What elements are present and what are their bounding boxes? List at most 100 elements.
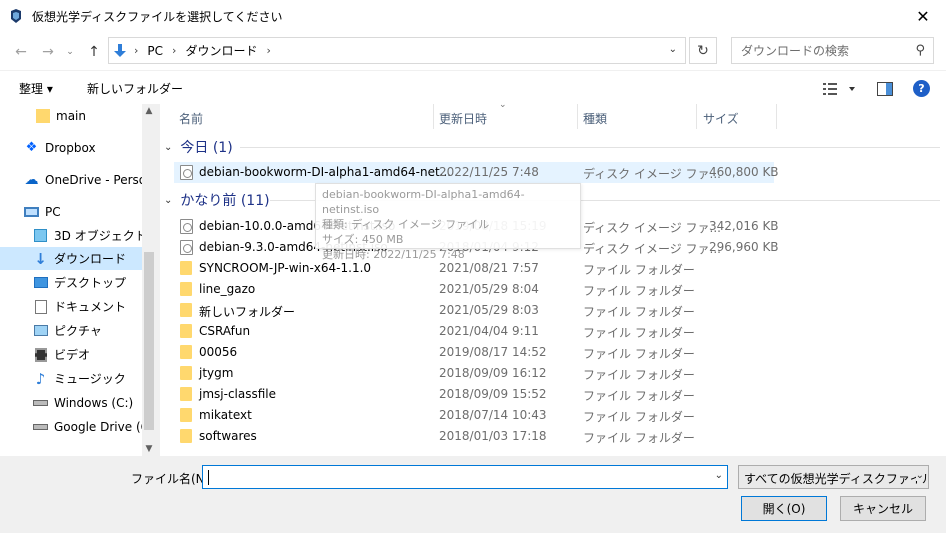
- scroll-up-icon[interactable]: ▲: [142, 104, 156, 118]
- file-date: 2022/11/25 7:48: [439, 165, 539, 179]
- column-divider[interactable]: [577, 104, 578, 129]
- folder-icon: [180, 366, 192, 380]
- drive-icon: [32, 395, 49, 411]
- breadcrumb-separator: ›: [172, 44, 177, 57]
- file-type: ディスク イメージ ファ...: [583, 242, 721, 256]
- cancel-button[interactable]: キャンセル: [840, 496, 926, 521]
- file-name: softwares: [199, 429, 257, 443]
- folder-icon: [180, 387, 192, 401]
- download-location-icon: [114, 43, 126, 57]
- download-icon: ↓: [34, 249, 47, 268]
- column-size[interactable]: サイズ: [703, 110, 739, 127]
- up-button[interactable]: ↑: [86, 44, 102, 60]
- folder-icon: [180, 429, 192, 443]
- folder-icon: [180, 303, 192, 317]
- pc-icon: [23, 204, 40, 220]
- file-row[interactable]: jmsj-classfile 2018/09/09 15:52 ファイル フォルダー: [174, 384, 774, 405]
- tooltip-filename: debian-bookworm-DI-alpha1-amd64-netinst.…: [322, 188, 525, 216]
- dropbox-icon: ❖: [25, 140, 38, 155]
- sidebar-item-pictures[interactable]: ピクチャ: [0, 319, 142, 342]
- desktop-icon: [32, 275, 49, 291]
- sidebar-item-videos[interactable]: ビデオ: [0, 343, 142, 366]
- file-name: 新しいフォルダー: [199, 305, 296, 319]
- close-button[interactable]: ✕: [900, 0, 946, 32]
- chevron-down-icon: ⌄: [66, 47, 74, 57]
- sidebar-item-pc[interactable]: PC: [0, 200, 142, 223]
- scroll-down-icon[interactable]: ▼: [142, 442, 156, 456]
- navigation-pane: main ❖ Dropbox ☁ OneDrive - Personal PC …: [0, 104, 156, 456]
- scrollbar-thumb[interactable]: [144, 252, 154, 430]
- close-icon: ✕: [916, 6, 930, 26]
- sidebar-item-onedrive[interactable]: ☁ OneDrive - Personal: [0, 168, 143, 191]
- organize-menu[interactable]: 整理 ▾: [19, 80, 53, 97]
- address-bar[interactable]: › PC › ダウンロード › ⌄: [108, 37, 686, 64]
- recent-locations-button[interactable]: ⌄: [62, 44, 78, 60]
- filetype-value: すべての仮想光学ディスクファイル (*: [744, 472, 929, 486]
- chevron-down-icon[interactable]: ⌄: [715, 470, 723, 481]
- disc-image-icon: [180, 219, 193, 234]
- sidebar-item-windows-c[interactable]: Windows (C:): [0, 391, 142, 414]
- preview-pane-icon[interactable]: [877, 82, 893, 96]
- group-header-today[interactable]: ⌄ 今日 (1): [164, 137, 940, 157]
- column-divider[interactable]: [696, 104, 697, 129]
- folder-icon: [180, 408, 192, 422]
- file-type: ファイル フォルダー: [583, 368, 695, 382]
- sidebar-item-main[interactable]: main: [0, 104, 142, 127]
- file-row[interactable]: line_gazo 2021/05/29 8:04 ファイル フォルダー: [174, 279, 774, 300]
- column-divider[interactable]: [433, 104, 434, 129]
- sidebar-item-documents[interactable]: ドキュメント: [0, 295, 142, 318]
- file-date: 2018/01/03 17:18: [439, 429, 547, 443]
- breadcrumb-pc[interactable]: PC: [147, 44, 163, 58]
- text-caret: [208, 470, 209, 485]
- file-size: 460,800 KB: [709, 165, 779, 179]
- refresh-icon: ↻: [697, 42, 709, 59]
- column-divider[interactable]: [776, 104, 777, 129]
- file-row[interactable]: 新しいフォルダー 2021/05/29 8:03 ファイル フォルダー: [174, 300, 774, 321]
- open-button[interactable]: 開く(O): [741, 496, 827, 521]
- filetype-select[interactable]: すべての仮想光学ディスクファイル (* ⌄: [738, 465, 929, 489]
- new-folder-button[interactable]: 新しいフォルダー: [87, 80, 183, 97]
- file-name: mikatext: [199, 408, 252, 422]
- file-row[interactable]: CSRAfun 2021/04/04 9:11 ファイル フォルダー: [174, 321, 774, 342]
- sidebar-scrollbar[interactable]: ▲ ▼: [142, 104, 156, 456]
- sidebar-item-desktop[interactable]: デスクトップ: [0, 271, 142, 294]
- file-name: 00056: [199, 345, 238, 359]
- file-type: ファイル フォルダー: [583, 347, 695, 361]
- chevron-down-icon: ⌄: [915, 470, 924, 481]
- sidebar-item-downloads[interactable]: ↓ ダウンロード: [0, 247, 142, 270]
- file-type: ファイル フォルダー: [583, 431, 695, 445]
- column-date[interactable]: 更新日時: [439, 110, 487, 127]
- file-row[interactable]: mikatext 2018/07/14 10:43 ファイル フォルダー: [174, 405, 774, 426]
- file-size: 296,960 KB: [709, 240, 779, 254]
- sidebar-item-google-drive[interactable]: Google Drive (G:): [0, 415, 142, 438]
- file-type: ファイル フォルダー: [583, 389, 695, 403]
- column-name[interactable]: 名前: [179, 110, 203, 127]
- file-row[interactable]: debian-bookworm-DI-alpha1-amd64-net... 20…: [174, 162, 779, 183]
- file-row[interactable]: softwares 2018/01/03 17:18 ファイル フォルダー: [174, 426, 774, 447]
- group-header-long-ago[interactable]: ⌄ かなり前 (11): [164, 190, 940, 210]
- file-name: SYNCROOM-JP-win-x64-1.1.0: [199, 261, 372, 275]
- file-row[interactable]: jtygm 2018/09/09 16:12 ファイル フォルダー: [174, 363, 774, 384]
- folder-icon: [34, 108, 51, 124]
- file-type: ディスク イメージ ファ...: [583, 221, 721, 235]
- forward-button[interactable]: →: [40, 44, 56, 60]
- address-dropdown-icon[interactable]: ⌄: [669, 44, 677, 55]
- command-bar: 整理 ▾ 新しいフォルダー ?: [0, 70, 946, 104]
- back-button[interactable]: ←: [13, 44, 29, 60]
- file-date: 2021/05/29 8:03: [439, 303, 539, 317]
- breadcrumb-downloads[interactable]: ダウンロード: [185, 42, 257, 59]
- pictures-icon: [32, 323, 49, 339]
- help-button[interactable]: ?: [913, 80, 930, 97]
- search-icon: ⚲: [915, 43, 925, 58]
- sidebar-item-3d-objects[interactable]: 3D オブジェクト: [0, 224, 142, 247]
- refresh-button[interactable]: ↻: [689, 37, 717, 64]
- search-input[interactable]: ダウンロードの検索 ⚲: [731, 37, 934, 64]
- sidebar-item-music[interactable]: ♪ ミュージック: [0, 367, 142, 390]
- sidebar-item-dropbox[interactable]: ❖ Dropbox: [0, 136, 142, 159]
- column-type[interactable]: 種類: [583, 110, 607, 127]
- filename-input[interactable]: ⌄: [202, 465, 728, 489]
- file-type: ディスク イメージ ファ...: [583, 167, 721, 181]
- view-options-icon[interactable]: [822, 82, 856, 96]
- file-type: ファイル フォルダー: [583, 410, 695, 424]
- file-row[interactable]: 00056 2019/08/17 14:52 ファイル フォルダー: [174, 342, 774, 363]
